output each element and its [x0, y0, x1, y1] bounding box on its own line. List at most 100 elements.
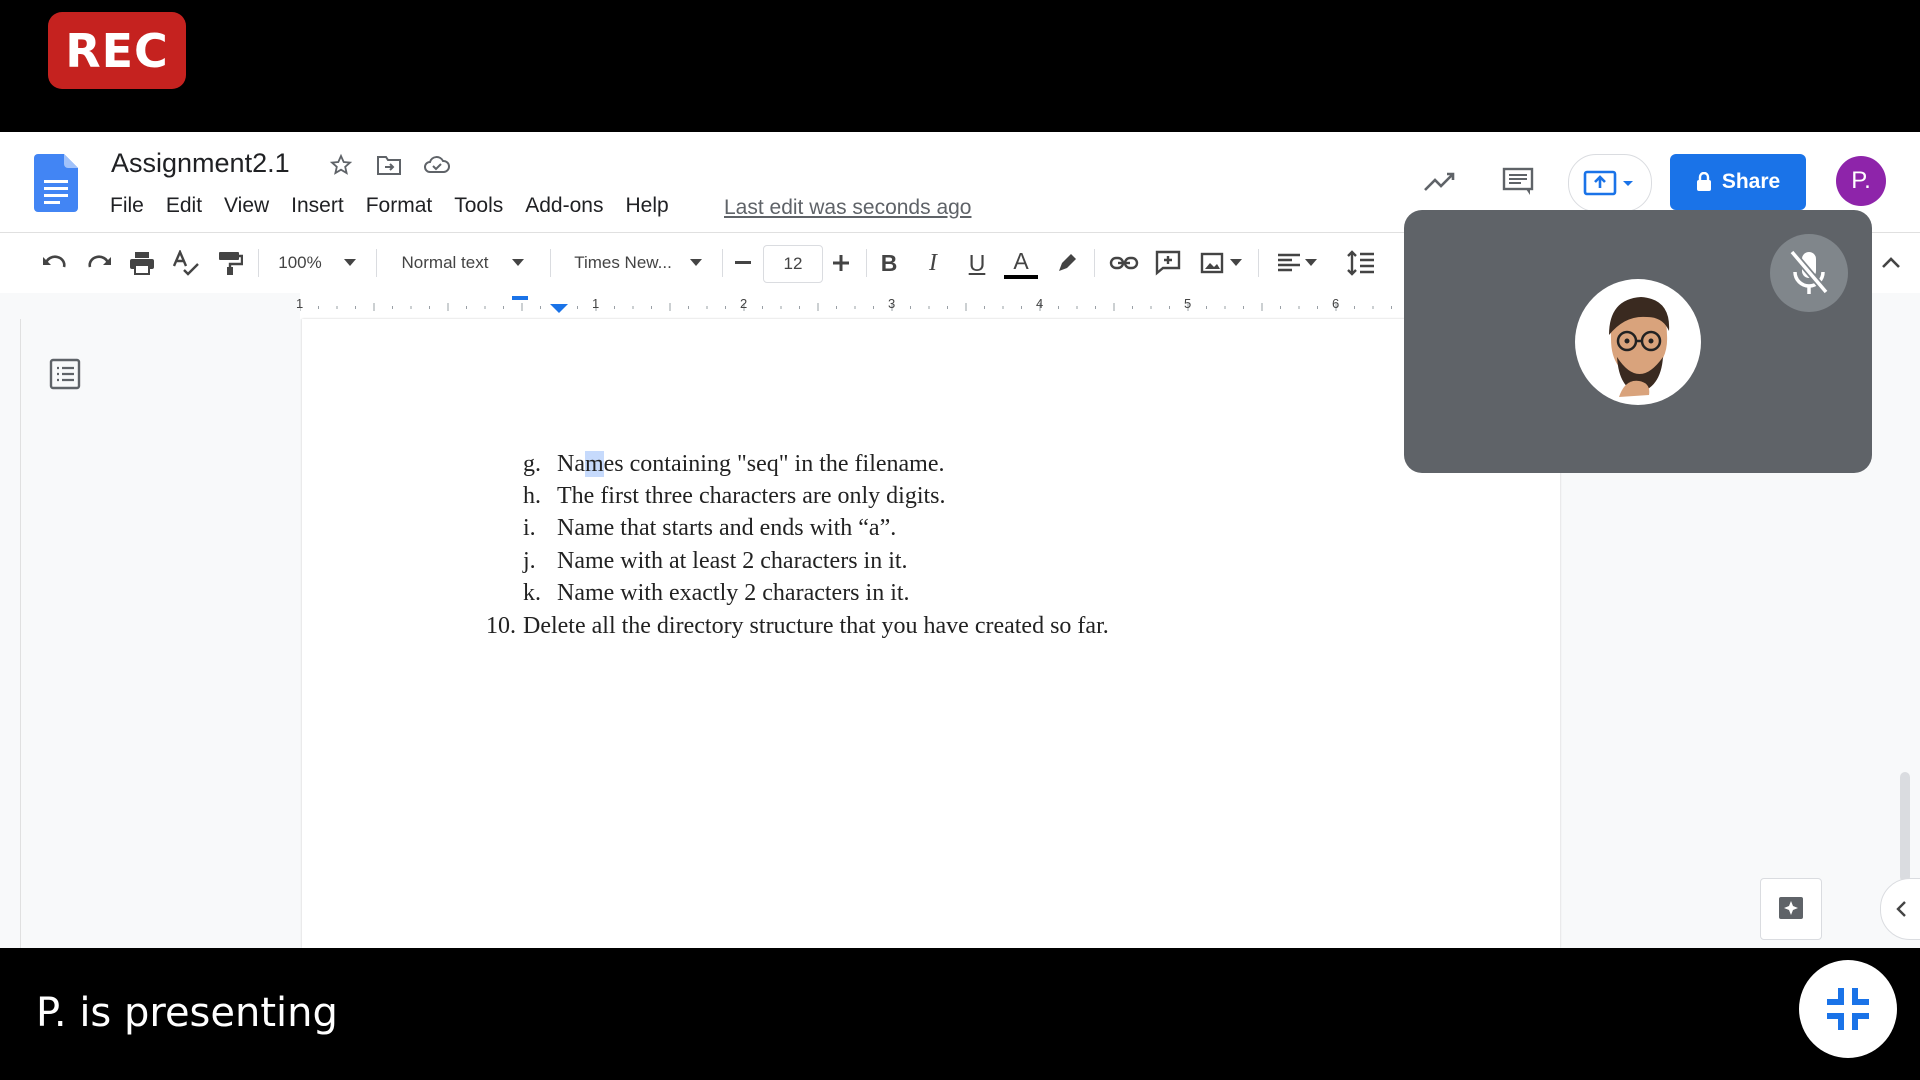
- chevron-down-icon: [1230, 259, 1242, 266]
- text-selection: m: [584, 451, 604, 477]
- decrease-font-size-button[interactable]: [728, 247, 758, 279]
- font-size-input[interactable]: 12: [763, 245, 823, 283]
- chevron-down-icon: [1305, 259, 1317, 266]
- spellcheck-icon[interactable]: [170, 247, 202, 279]
- recording-indicator: REC: [48, 12, 186, 89]
- image-icon: [1200, 252, 1224, 274]
- list-item-text: Delete all the directory structure that …: [523, 613, 1109, 639]
- chevron-down-icon: [689, 259, 702, 266]
- chevron-left-icon: [1896, 901, 1906, 917]
- text-color-button[interactable]: A: [1004, 247, 1038, 279]
- vertical-scrollbar[interactable]: [1900, 772, 1910, 882]
- menu-add-ons[interactable]: Add-ons: [525, 194, 603, 218]
- explore-button[interactable]: [1760, 878, 1822, 940]
- toolbar-divider: [866, 249, 867, 277]
- list-item-text: Na: [557, 451, 585, 477]
- toolbar-divider: [1094, 249, 1095, 277]
- list-item-text: Name that starts and ends with “a”.: [557, 515, 897, 541]
- menu-edit[interactable]: Edit: [166, 194, 202, 218]
- chevron-down-icon: [343, 259, 356, 266]
- list-item-text: es containing "seq" in the filename.: [603, 451, 945, 477]
- zoom-select[interactable]: 100%: [272, 247, 362, 279]
- activity-dashboard-icon[interactable]: [1416, 154, 1464, 210]
- list-item-text: Name with at least 2 characters in it.: [557, 548, 908, 574]
- insert-link-icon[interactable]: [1108, 247, 1140, 279]
- text-color-label: A: [1013, 247, 1029, 274]
- title-actions: [324, 150, 454, 180]
- docs-logo-icon[interactable]: [34, 154, 78, 212]
- comment-history-icon[interactable]: [1494, 154, 1542, 210]
- participant-avatar: [1575, 279, 1701, 405]
- chevron-down-icon: [512, 259, 525, 266]
- menu-help[interactable]: Help: [625, 194, 668, 218]
- list-item-text: The first three characters are only digi…: [557, 483, 946, 509]
- ruler-number: 5: [1184, 296, 1192, 311]
- list-marker: i.: [523, 515, 536, 541]
- minimize-presentation-button[interactable]: [1799, 960, 1897, 1058]
- style-value: Normal text: [401, 253, 489, 272]
- paragraph-style-select[interactable]: Normal text: [390, 247, 536, 279]
- share-button[interactable]: Share: [1670, 154, 1806, 210]
- list-item: h. The first three characters are only di…: [523, 483, 946, 510]
- list-marker: j.: [523, 548, 536, 574]
- star-icon[interactable]: [324, 150, 358, 180]
- menu-file[interactable]: File: [110, 194, 144, 218]
- toolbar-divider: [258, 249, 259, 277]
- rec-label: REC: [65, 23, 169, 78]
- ruler-number: 1: [592, 296, 600, 311]
- list-marker: 10.: [486, 613, 516, 639]
- print-icon[interactable]: [126, 247, 158, 279]
- bold-button[interactable]: B: [874, 247, 904, 279]
- toolbar-divider: [1258, 249, 1259, 277]
- list-item: g. Names containing "seq" in the filename…: [523, 451, 944, 478]
- font-select[interactable]: Times New...: [564, 247, 712, 279]
- collapse-icon: [1827, 988, 1869, 1030]
- undo-icon[interactable]: [40, 247, 70, 279]
- list-marker: g.: [523, 451, 541, 477]
- paint-format-icon[interactable]: [214, 247, 246, 279]
- list-item: k. Name with exactly 2 characters in it.: [523, 580, 910, 607]
- document-title[interactable]: Assignment2.1: [111, 148, 290, 179]
- toolbar-divider: [376, 249, 377, 277]
- share-label: Share: [1721, 170, 1781, 193]
- present-button[interactable]: [1568, 154, 1652, 212]
- menu-format[interactable]: Format: [366, 194, 433, 218]
- ruler-number: 3: [888, 296, 896, 311]
- last-edit-link[interactable]: Last edit was seconds ago: [724, 196, 972, 220]
- toolbar-divider: [722, 249, 723, 277]
- insert-image-button[interactable]: [1196, 247, 1246, 279]
- add-comment-icon[interactable]: [1152, 247, 1184, 279]
- ruler-track: 1 1 2 3 4 5 6: [296, 293, 1560, 319]
- redo-icon[interactable]: [84, 247, 114, 279]
- move-to-folder-icon[interactable]: [372, 150, 406, 180]
- menu-bar: File Edit View Insert Format Tools Add-o…: [110, 194, 669, 218]
- document-outline-icon[interactable]: [48, 357, 82, 391]
- ruler-number: 6: [1332, 296, 1340, 311]
- underline-button[interactable]: U: [962, 247, 992, 279]
- avatar[interactable]: P.: [1836, 156, 1886, 206]
- presenting-status: P. is presenting: [36, 990, 338, 1036]
- lock-icon: [1696, 172, 1711, 191]
- line-spacing-icon[interactable]: [1344, 247, 1378, 279]
- menu-view[interactable]: View: [224, 194, 269, 218]
- list-item: j. Name with at least 2 characters in it.: [523, 548, 908, 575]
- left-indent-marker[interactable]: [550, 304, 568, 314]
- align-left-icon: [1278, 253, 1300, 272]
- ruler-number: 1: [296, 296, 304, 311]
- increase-font-size-button[interactable]: [826, 247, 856, 279]
- document-page[interactable]: g. Names containing "seq" in the filename…: [302, 319, 1560, 948]
- zoom-value: 100%: [278, 253, 322, 272]
- menu-insert[interactable]: Insert: [291, 194, 344, 218]
- list-item: i. Name that starts and ends with “a”.: [523, 515, 896, 542]
- cloud-saved-icon[interactable]: [420, 150, 454, 180]
- first-line-indent-marker[interactable]: [512, 296, 528, 300]
- align-button[interactable]: [1274, 247, 1320, 279]
- ruler-number: 2: [740, 296, 748, 311]
- ruler-ticks: [300, 303, 1559, 311]
- italic-button[interactable]: I: [918, 247, 948, 279]
- menu-tools[interactable]: Tools: [454, 194, 503, 218]
- highlight-color-icon[interactable]: [1052, 247, 1082, 279]
- side-panel-toggle[interactable]: [1880, 878, 1920, 940]
- hide-menus-chevron-up-icon[interactable]: [1876, 247, 1906, 279]
- list-marker: h.: [523, 483, 541, 509]
